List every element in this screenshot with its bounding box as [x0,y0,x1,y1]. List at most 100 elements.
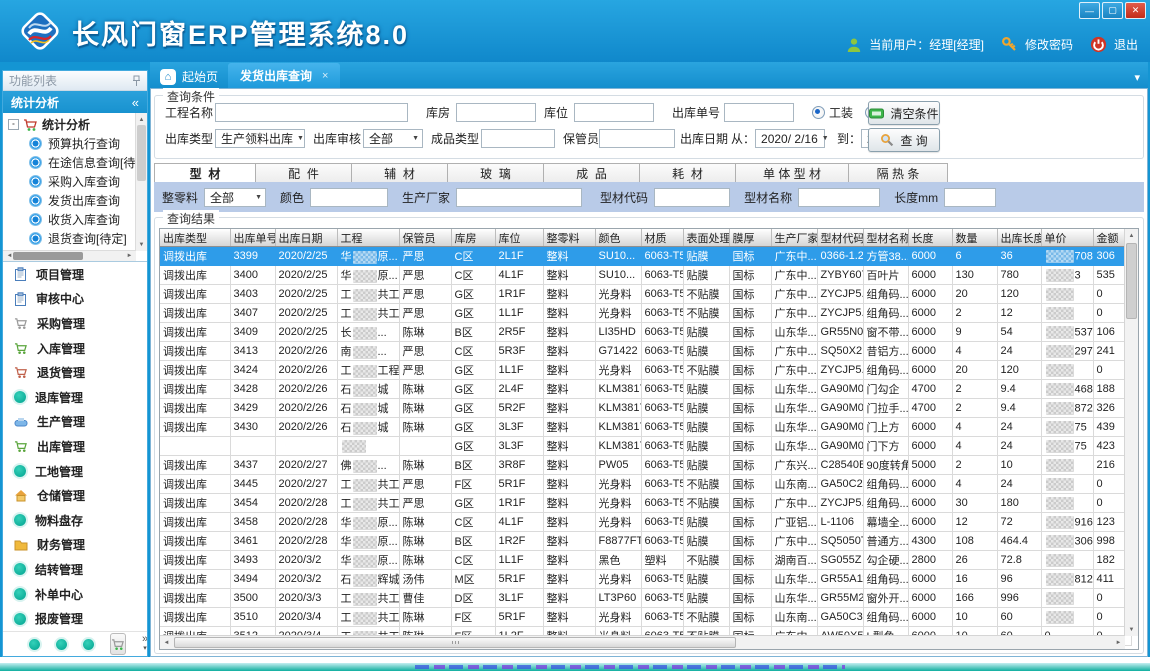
grid-row[interactable]: G区3L3F整料KLM38176063-T5贴膜国标山东华...GA90M09.… [160,437,1131,456]
sidebar-section-header[interactable]: 统计分析 « [3,91,147,113]
grid-row[interactable]: 调拨出库34942020/3/2石辉城汤伟M区5R1F整料光身料6063-T5贴… [160,570,1131,589]
tree-item-2[interactable]: 采购入库查询 [3,172,136,191]
material-tab-6[interactable]: 单 体 型 材 [736,163,849,184]
grid-row[interactable]: 调拨出库34132020/2/26南...严思C区5R3F整料G71422606… [160,342,1131,361]
grid-row[interactable]: 调拨出库34072020/2/25工共工程严思G区1L1F整料光身料6063-T… [160,304,1131,323]
grid-row[interactable]: 调拨出库34302020/2/26石城陈琳G区3L3F整料KLM38176063… [160,418,1131,437]
length-input[interactable] [944,188,996,207]
sidebar-item-12[interactable]: 结转管理 [3,557,147,582]
sidebar-item-13[interactable]: 补单中心 [3,582,147,607]
grid-column-header[interactable]: 数量 [952,229,997,247]
grid-row[interactable]: 调拨出库34582020/2/28华原...陈琳C区4L1F整料光身料6063-… [160,513,1131,532]
change-password-link[interactable]: 修改密码 [1025,36,1073,53]
tree-item-5[interactable]: 退货查询[待定] [3,229,136,248]
grid-column-header[interactable]: 型材代码 [817,229,863,247]
grid-row[interactable]: 调拨出库34242020/2/26工工程严思G区1L1F整料光身料6063-T5… [160,361,1131,380]
module-dot-icon[interactable] [29,639,40,650]
sidebar-item-2[interactable]: 采购管理 [3,311,147,336]
material-tab-4[interactable]: 成 品 [544,163,640,184]
grid-row[interactable]: 调拨出库35102020/3/4工共工程陈琳F区5R1F整料光身料6063-T5… [160,608,1131,627]
manufacturer-input[interactable] [456,188,582,207]
sidebar-item-8[interactable]: 工地管理 [3,459,147,484]
grid-column-header[interactable]: 材质 [641,229,683,247]
profile-code-input[interactable] [654,188,730,207]
grid-row[interactable]: 调拨出库34542020/2/28工共工程严思G区1R1F整料光身料6063-T… [160,494,1131,513]
project-name-input[interactable] [215,103,408,122]
whole-part-select[interactable]: 全部▼ [204,188,266,207]
out-type-select[interactable]: 生产领料出库▼ [215,129,305,148]
grid-column-header[interactable]: 出库长度 [997,229,1041,247]
material-tab-7[interactable]: 隔 热 条 [849,163,948,184]
scroll-down-icon[interactable]: ▼ [136,238,147,251]
product-type-input[interactable] [481,129,555,148]
minimize-button[interactable]: — [1079,2,1100,19]
sidebar-item-1[interactable]: 审核中心 [3,287,147,312]
tree-vertical-scrollbar[interactable]: ▲ ▼ [135,113,147,251]
grid-column-header[interactable]: 颜色 [595,229,641,247]
order-no-input[interactable] [724,103,794,122]
grid-column-header[interactable]: 保管员 [399,229,451,247]
grid-row[interactable]: 调拨出库34452020/2/27工共工程严思F区5R1F整料光身料6063-T… [160,475,1131,494]
sidebar-item-7[interactable]: 出库管理 [3,434,147,459]
grid-row[interactable]: 调拨出库34092020/2/25长...陈琳B区2R5F整料LI35HD606… [160,323,1131,342]
grid-column-header[interactable]: 库房 [451,229,495,247]
tree-item-0[interactable]: 预算执行查询 [3,134,136,153]
clear-conditions-button[interactable]: 清空条件 [868,101,940,125]
radio-gongzhuang[interactable] [812,106,825,119]
cart-module-button[interactable] [110,633,126,655]
scrollbar-thumb[interactable] [1126,243,1137,319]
warehouse-input[interactable] [456,103,536,122]
scroll-down-icon[interactable]: ▼ [1125,623,1138,636]
material-tab-5[interactable]: 耗 材 [640,163,736,184]
grid-column-header[interactable]: 工程 [337,229,399,247]
scroll-right-icon[interactable]: ► [1112,636,1125,649]
material-tab-0[interactable]: 型 材 [154,163,256,184]
pin-icon[interactable] [132,75,141,87]
grid-horizontal-scrollbar[interactable]: ◄ ► [160,635,1125,649]
tab-list-caret-icon[interactable]: ▾ [1134,71,1148,88]
module-dot-icon[interactable] [83,639,94,650]
module-dot-icon[interactable] [56,639,67,650]
location-input[interactable] [574,103,654,122]
color-input[interactable] [310,188,388,207]
grid-column-header[interactable]: 长度 [908,229,952,247]
grid-column-header[interactable]: 出库类型 [160,229,230,247]
grid-row[interactable]: 调拨出库34292020/2/26石城陈琳G区5R2F整料KLM38176063… [160,399,1131,418]
material-tab-1[interactable]: 配 件 [256,163,352,184]
material-tab-3[interactable]: 玻 璃 [448,163,544,184]
grid-column-header[interactable]: 出库日期 [275,229,337,247]
grid-row[interactable]: 调拨出库34612020/2/28华原...陈琳B区1R2F整料F8877FT6… [160,532,1131,551]
scrollbar-thumb[interactable] [13,252,83,260]
tree-item-1[interactable]: 在途信息查询[待 [3,153,136,172]
scroll-left-icon[interactable]: ◄ [160,636,173,649]
tree-item-4[interactable]: 收货入库查询 [3,210,136,229]
scroll-right-icon[interactable]: ► [123,251,136,261]
grid-column-header[interactable]: 整零料 [543,229,595,247]
grid-row[interactable]: 调拨出库34032020/2/25工共工程严思G区1R1F整料光身料6063-T… [160,285,1131,304]
logout-link[interactable]: 退出 [1114,36,1138,53]
grid-column-header[interactable]: 膜厚 [729,229,771,247]
sidebar-item-4[interactable]: 退货管理 [3,360,147,385]
profile-name-input[interactable] [798,188,880,207]
grid-row[interactable]: 调拨出库34002020/2/25华原...严思C区4L1F整料SU10...6… [160,266,1131,285]
keeper-input[interactable] [599,129,675,148]
scrollbar-thumb[interactable] [137,125,146,181]
tree-horizontal-scrollbar[interactable]: ◄ ► [3,250,136,261]
tab-shipment-query[interactable]: 发货出库查询 × [228,63,340,88]
grid-column-header[interactable]: 库位 [495,229,543,247]
tab-close-icon[interactable]: × [322,70,328,82]
scrollbar-thumb[interactable] [174,637,736,648]
grid-row[interactable]: 调拨出库33992020/2/25华原...严思C区2L1F整料SU10...6… [160,247,1131,266]
sidebar-item-6[interactable]: 生产管理 [3,410,147,435]
sidebar-item-11[interactable]: 财务管理 [3,533,147,558]
sidebar-item-9[interactable]: 仓储管理 [3,483,147,508]
sidebar-item-10[interactable]: 物料盘存 [3,508,147,533]
collapse-icon[interactable]: « [132,95,139,110]
material-tab-2[interactable]: 辅 材 [352,163,448,184]
sidebar-item-14[interactable]: 报废管理 [3,606,147,631]
grid-column-header[interactable]: 生产厂家 [771,229,817,247]
grid-column-header[interactable]: 表面处理 [683,229,729,247]
search-button[interactable]: 查 询 [868,128,940,152]
grid-vertical-scrollbar[interactable]: ▲ ▼ [1124,229,1138,636]
grid-column-header[interactable]: 型材名称 [863,229,908,247]
